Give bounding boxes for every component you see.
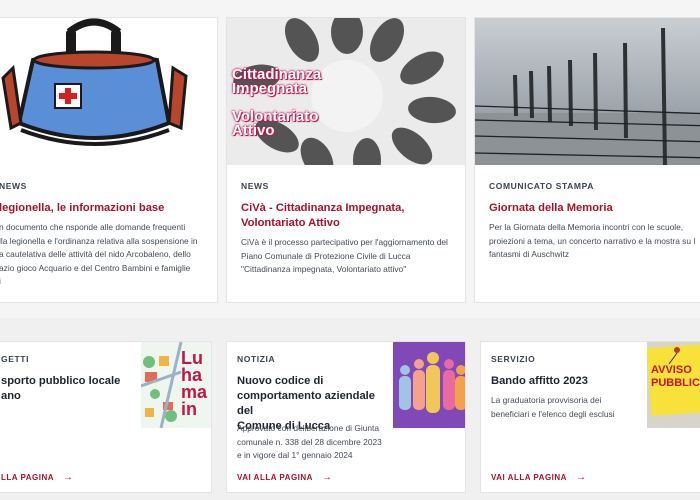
news-description: CiVà è il processo partecipativo per l'a… <box>241 237 448 274</box>
arrow-right-icon: → <box>321 472 333 483</box>
news-image-medical-bag <box>0 18 217 165</box>
news-card[interactable]: COMUNICATO STAMPA Giornata della Memoria… <box>474 17 700 303</box>
card-description: Approvato con deliberazione di Giunta co… <box>237 423 382 460</box>
thumb-overlay-text: AVVISO PUBBLICO <box>651 364 700 389</box>
news-title-link[interactable]: Giornata della Memoria <box>489 201 613 216</box>
card-title-link[interactable]: Bando affitto 2023 <box>491 374 588 389</box>
card-category: NOTIZIA <box>237 354 276 364</box>
news-image-barbed-wire <box>475 18 700 165</box>
card-thumbnail <box>393 342 465 428</box>
card-title-link[interactable]: sporto pubblico locale ano <box>1 374 120 404</box>
news-image-hands-circle: Cittadinanza Impegnata Volontariato Atti… <box>227 18 465 165</box>
go-to-page-link[interactable]: VAI ALLA PAGINA → <box>237 472 332 483</box>
notice-card[interactable]: NOTIZIA Nuovo codice di comportamento az… <box>226 341 466 493</box>
news-card[interactable]: Cittadinanza Impegnata Volontariato Atti… <box>226 17 466 303</box>
news-category: NEWS <box>0 181 27 191</box>
service-card[interactable]: SERVIZIO Bando affitto 2023 La graduator… <box>480 341 700 493</box>
news-description: n documento che nsponde alle domande fre… <box>0 222 198 286</box>
news-title-link[interactable]: legionella, le informazioni base <box>0 201 164 216</box>
go-to-page-link[interactable]: LLA PAGINA → <box>1 472 74 483</box>
people-group-illustration <box>393 342 465 428</box>
card-thumbnail: AVVISO PUBBLICO <box>647 342 700 428</box>
arrow-right-icon: → <box>575 472 587 483</box>
thumb-overlay-text: Lu ha ma in <box>181 348 208 419</box>
card-category: SERVIZIO <box>491 354 536 364</box>
card-category: GETTI <box>1 354 30 364</box>
go-to-page-link[interactable]: VAI ALLA PAGINA → <box>491 472 586 483</box>
news-description: Per la Giornata della Memoria incontri c… <box>489 222 696 259</box>
news-category: NEWS <box>241 181 269 191</box>
news-title-link[interactable]: CiVà - Cittadinanza Impegnata, Volontari… <box>241 201 461 231</box>
barbed-wire-fence-illustration <box>475 27 700 165</box>
medical-bag-icon <box>1 18 188 146</box>
card-thumbnail: Lu ha ma in <box>141 342 211 428</box>
card-description: La graduatoria provvisoria dei beneficia… <box>491 395 615 419</box>
image-overlay-text: Cittadinanza Impegnata Volontariato Atti… <box>232 66 322 139</box>
project-card[interactable]: GETTI sporto pubblico locale ano Lu ha m… <box>0 341 212 493</box>
news-category: COMUNICATO STAMPA <box>489 181 594 191</box>
arrow-right-icon: → <box>63 472 74 483</box>
news-card[interactable]: NEWS legionella, le informazioni base n … <box>0 17 218 303</box>
